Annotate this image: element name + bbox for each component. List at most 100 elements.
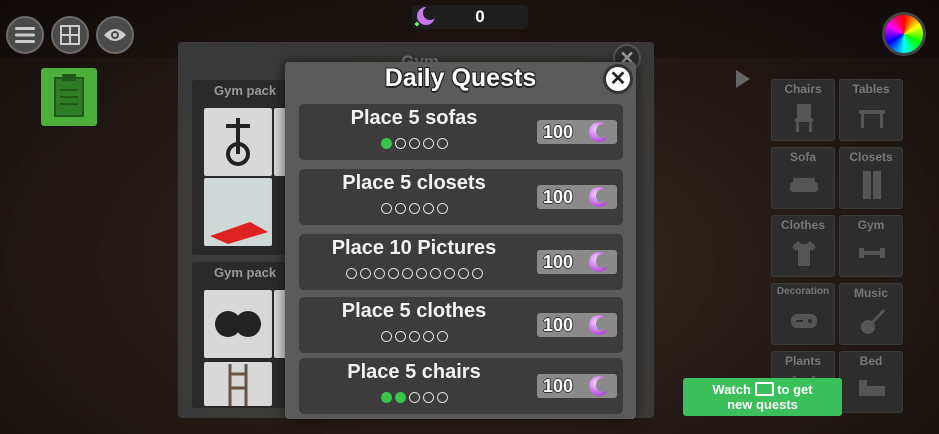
category-label: Closets (849, 150, 893, 164)
watch-ad-button[interactable]: Watch to get new quests (683, 378, 842, 416)
category-tile-bed[interactable]: Bed (839, 351, 903, 413)
closet-icon (863, 171, 881, 199)
progress-dot (415, 268, 427, 279)
expand-arrow-icon[interactable] (736, 70, 750, 88)
quest-row: Place 10 Pictures 100 (299, 234, 623, 290)
gym-item-tile[interactable] (204, 108, 272, 176)
chair-icon (795, 104, 813, 132)
reward-value: 100 (543, 187, 574, 207)
quest-progress (299, 268, 529, 279)
progress-dot (394, 392, 406, 403)
moon-currency-icon (589, 315, 610, 335)
view-button[interactable] (96, 16, 134, 54)
progress-dot (443, 268, 455, 279)
progress-dot (373, 268, 385, 279)
category-label: Sofa (789, 150, 816, 164)
gym-item-tile[interactable] (204, 362, 272, 406)
progress-dot (436, 203, 448, 214)
shirt-icon (792, 241, 816, 266)
reward-value: 100 (543, 315, 574, 335)
color-wheel-icon[interactable] (882, 12, 926, 56)
category-label: Bed (859, 354, 883, 368)
category-label: Tables (852, 82, 890, 96)
eye-icon (104, 29, 126, 41)
close-icon[interactable]: ✕ (603, 64, 633, 94)
category-tile-music[interactable]: Music (839, 283, 903, 345)
modal-title: Daily Quests (384, 64, 537, 92)
quest-progress (299, 392, 529, 403)
progress-dot (394, 331, 406, 342)
progress-dot (422, 392, 434, 403)
progress-dot (429, 268, 441, 279)
category-tile-tables[interactable]: Tables (839, 79, 903, 141)
category-label: Music (853, 286, 888, 300)
progress-dot (394, 138, 406, 149)
hamburger-icon (15, 27, 35, 43)
category-label: Clothes (780, 218, 825, 232)
gym-item-tile[interactable] (204, 178, 272, 246)
category-label: Plants (784, 354, 821, 368)
progress-dot (394, 203, 406, 214)
watch-label: Watch (712, 382, 751, 397)
progress-dot (387, 268, 399, 279)
dumbbell-icon (859, 248, 885, 258)
quest-row: Place 5 clothes 100 (299, 297, 623, 353)
progress-dot (436, 138, 448, 149)
moon-currency-icon (415, 6, 437, 26)
window-grid-icon (60, 25, 80, 45)
gamepad-icon (791, 314, 817, 328)
moon-currency-icon (589, 376, 610, 396)
quest-title: Place 5 chairs (347, 361, 481, 383)
currency-value: 0 (475, 7, 485, 26)
category-tile-clothes[interactable]: Clothes (771, 215, 835, 277)
category-tile-gym[interactable]: Gym (839, 215, 903, 277)
progress-dot (380, 331, 392, 342)
progress-dot (408, 392, 420, 403)
quest-title: Place 5 clothes (341, 300, 487, 322)
progress-dot (422, 138, 434, 149)
quest-row: Place 5 chairs 100 (299, 358, 623, 414)
quest-row: Place 5 closets 100 (299, 169, 623, 225)
clipboard-icon (54, 74, 84, 117)
progress-dot (422, 203, 434, 214)
quests-clipboard-button[interactable] (41, 68, 97, 126)
progress-dot (457, 268, 469, 279)
progress-dot (380, 138, 392, 149)
category-tile-sofa[interactable]: Sofa (771, 147, 835, 209)
progress-dot (408, 138, 420, 149)
reward-value: 100 (543, 122, 574, 142)
new-quests-label: new quests (727, 397, 798, 412)
progress-dot (408, 331, 420, 342)
tv-icon (754, 382, 774, 396)
reward-value: 100 (543, 252, 574, 272)
progress-dot (408, 203, 420, 214)
exercise-bike-icon (226, 118, 250, 166)
quest-reward: 100 (537, 374, 617, 398)
quest-reward: 100 (537, 185, 617, 209)
quest-progress (299, 203, 529, 214)
progress-dot (422, 331, 434, 342)
quest-title: Place 5 sofas (350, 107, 478, 129)
gym-item-tile[interactable] (204, 290, 272, 358)
ladder-icon (228, 364, 248, 406)
progress-dot (380, 203, 392, 214)
quest-reward: 100 (537, 313, 617, 337)
grid-button[interactable] (51, 16, 89, 54)
category-label: Decoration (776, 286, 830, 297)
quest-title: Place 10 Pictures (331, 237, 497, 259)
gym-pack-label-1: Gym pack (214, 83, 277, 98)
progress-dot (345, 268, 357, 279)
bed-icon (859, 380, 885, 396)
category-tile-chairs[interactable]: Chairs (771, 79, 835, 141)
category-label: Gym (857, 218, 885, 232)
progress-dot (436, 392, 448, 403)
category-tile-closets[interactable]: Closets (839, 147, 903, 209)
gym-pack-label-2: Gym pack (214, 265, 277, 280)
quest-reward: 100 (537, 120, 617, 144)
quest-reward: 100 (537, 250, 617, 274)
menu-button[interactable] (6, 16, 44, 54)
category-tile-decoration[interactable]: Decoration (771, 283, 835, 345)
quest-progress (299, 331, 529, 342)
sofa-icon (790, 178, 818, 192)
guitar-icon (861, 308, 886, 334)
